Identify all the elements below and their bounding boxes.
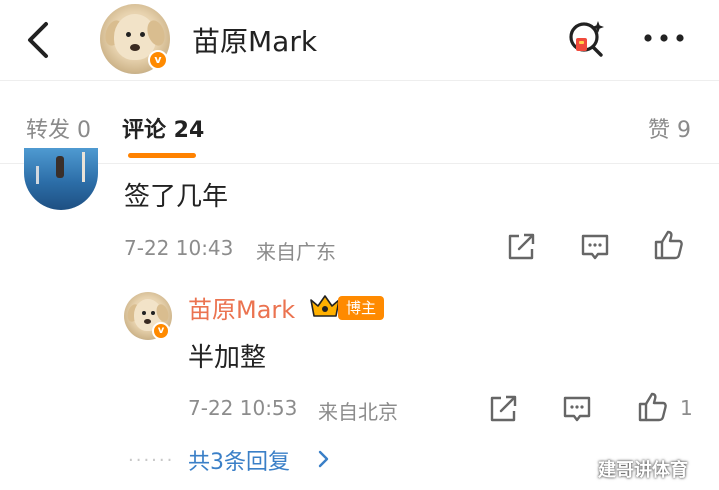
reply-like-count: 1 xyxy=(680,396,693,420)
avatar-detail xyxy=(36,166,39,184)
top-bar: v 苗原Mark xyxy=(0,0,719,80)
separator-dots: ······ xyxy=(128,450,175,471)
share-icon[interactable] xyxy=(486,392,520,426)
tabs-divider xyxy=(0,163,719,164)
chevron-right-icon[interactable] xyxy=(316,448,330,470)
tab-comments[interactable]: 评论 24 xyxy=(122,112,204,144)
dog-eye xyxy=(140,32,145,37)
dog-eye xyxy=(142,311,146,315)
dog-nose xyxy=(144,319,151,324)
comment-icon[interactable] xyxy=(578,230,612,264)
comment-icon[interactable] xyxy=(560,392,594,426)
avatar-detail xyxy=(56,156,64,178)
chevron-left-icon[interactable] xyxy=(22,20,58,60)
verified-badge: v xyxy=(152,322,170,340)
thumbs-up-icon[interactable] xyxy=(636,390,670,424)
reply-time: 7-22 10:53 xyxy=(188,396,298,420)
commenter-avatar[interactable] xyxy=(24,148,98,210)
dog-eye xyxy=(151,311,155,315)
tab-likes[interactable]: 赞 9 xyxy=(648,112,691,144)
share-icon[interactable] xyxy=(504,230,538,264)
tab-repost[interactable]: 转发 0 xyxy=(26,112,91,144)
more-icon[interactable] xyxy=(640,28,688,48)
verified-badge: v xyxy=(148,50,168,70)
dog-eye xyxy=(126,32,131,37)
reply-author-name[interactable]: 苗原Mark xyxy=(188,290,295,325)
watermark: 建哥讲体育 xyxy=(598,460,688,481)
dog-nose xyxy=(130,44,140,51)
comment-time: 7-22 10:43 xyxy=(124,236,234,260)
reply-location: 来自北京 xyxy=(318,400,398,424)
comment-location: 来自广东 xyxy=(256,240,336,264)
blogger-badge: 博主 xyxy=(338,296,385,320)
search-icon[interactable] xyxy=(564,16,608,60)
page-title[interactable]: 苗原Mark xyxy=(192,20,317,60)
reply-text: 半加整 xyxy=(188,343,267,373)
header-divider xyxy=(0,80,719,81)
thumbs-up-icon[interactable] xyxy=(652,228,686,262)
view-more-replies-link[interactable]: 共3条回复 xyxy=(188,444,290,476)
crown-icon xyxy=(310,295,340,317)
avatar-detail xyxy=(82,152,85,182)
active-tab-indicator xyxy=(128,153,196,158)
comment-text: 签了几年 xyxy=(124,182,229,212)
